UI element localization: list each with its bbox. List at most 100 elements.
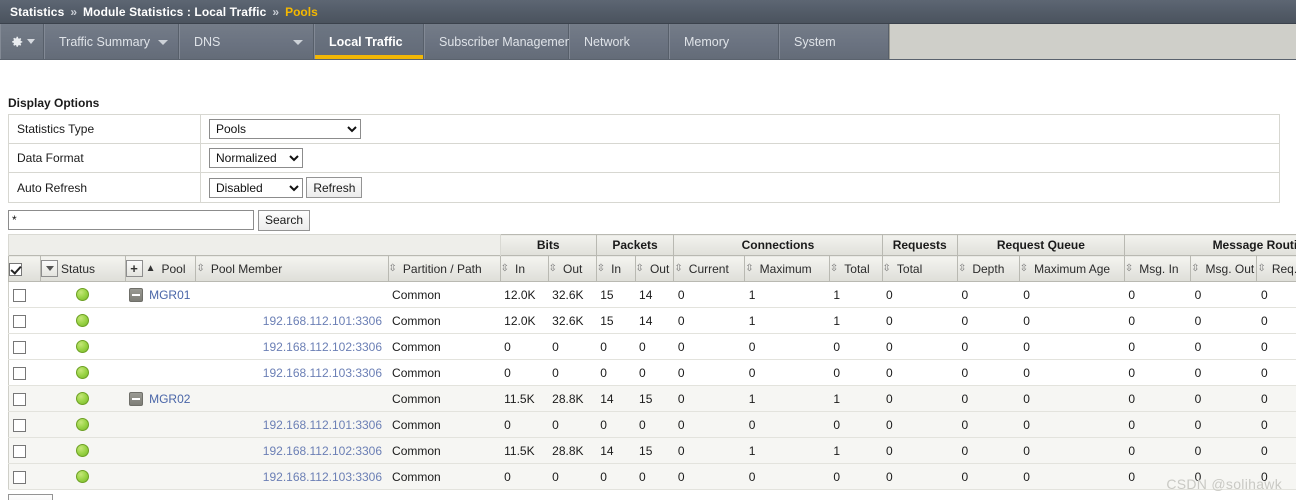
search-button[interactable]: Search (258, 209, 311, 231)
column-header-bits-out[interactable]: ⇳ Out (547, 255, 597, 282)
column-header-bits-in[interactable]: ⇳ In (499, 255, 549, 282)
row-checkbox[interactable] (13, 392, 26, 406)
tab-traffic-summary[interactable]: Traffic Summary (44, 24, 179, 59)
auto-refresh-cell: Disabled Refresh (200, 172, 1280, 203)
content-spacer (0, 60, 1296, 90)
column-header-pool-member[interactable]: ⇳ Pool Member (195, 255, 389, 282)
column-header-packets-out[interactable]: ⇳ Out (634, 255, 675, 282)
mrf-msg-in-cell: 0 (1124, 359, 1191, 386)
column-header-pool[interactable]: + ▲ Pool (124, 255, 197, 282)
mrf-msg-out-cell: 0 (1190, 437, 1257, 464)
column-header-packets-in[interactable]: ⇳ In (595, 255, 636, 282)
row-checkbox[interactable] (13, 444, 26, 458)
row-checkbox[interactable] (13, 470, 26, 484)
table-row: 192.168.112.101:3306 Common 12.0K 32.6K 15 14… (8, 307, 1296, 334)
column-header-connections-total[interactable]: ⇳ Total (828, 255, 883, 282)
connections-maximum-cell: 0 (744, 333, 830, 360)
status-filter-button[interactable] (41, 260, 58, 277)
row-checkbox[interactable] (13, 288, 26, 302)
sort-ascending-icon: ▲ (145, 263, 156, 274)
pool-member-link[interactable]: 192.168.112.102:3306 (263, 340, 382, 354)
refresh-button[interactable]: Refresh (306, 177, 363, 198)
column-header-partition-path[interactable]: ⇳ Partition / Path (387, 255, 501, 282)
table-row: 192.168.112.102:3306 Common 11.5K 28.8K 14 15… (8, 437, 1296, 464)
statistics-type-select[interactable]: Pools (209, 119, 361, 139)
tab-memory[interactable]: Memory (669, 24, 779, 59)
row-checkbox[interactable] (13, 366, 26, 380)
packets-out-cell: 0 (635, 411, 674, 438)
auto-refresh-select[interactable]: Disabled (209, 177, 303, 198)
mrf-req-in-cell: 0 (1256, 385, 1296, 412)
column-header-requests-total[interactable]: ⇳ Total (881, 255, 958, 282)
search-input[interactable] (8, 210, 254, 230)
queue-maximum-age-cell: 0 (1019, 333, 1125, 360)
column-header-queue-depth[interactable]: ⇳ Depth (956, 255, 1020, 282)
group-header-spacer (8, 234, 501, 256)
display-options-title: Display Options (8, 96, 100, 110)
column-header-mrf-msg-out[interactable]: ⇳ Msg. Out (1190, 255, 1258, 282)
collapse-toggle-icon[interactable] (129, 287, 144, 302)
pool-link[interactable]: MGR01 (149, 288, 190, 302)
data-format-cell: Normalized (200, 143, 1280, 173)
bits-out-cell: 0 (548, 411, 597, 438)
connections-maximum-cell: 1 (744, 307, 830, 334)
sort-icon: ⇳ (196, 263, 205, 274)
tab-network[interactable]: Network (569, 24, 669, 59)
table-row: MGR02Common11.5K28.8K141501100000000 (8, 385, 1296, 412)
pool-member-link[interactable]: 192.168.112.103:3306 (263, 470, 382, 484)
column-header-connections-maximum-label: Maximum (759, 261, 812, 276)
tab-dns[interactable]: DNS (179, 24, 314, 59)
column-header-mrf-req-in[interactable]: ⇳ Req. In (1256, 255, 1296, 282)
queue-depth-cell: 0 (957, 437, 1020, 464)
tab-system[interactable]: System (779, 24, 889, 59)
tab-bar: Traffic Summary DNS Local Traffic Subscr… (0, 24, 1296, 60)
pool-member-cell: 192.168.112.103:3306 (195, 359, 389, 386)
connections-total-cell: 1 (829, 437, 882, 464)
tab-subscriber-management[interactable]: Subscriber Management (424, 24, 575, 59)
sort-icon: ⇳ (674, 263, 683, 274)
gear-menu-button[interactable] (0, 24, 44, 59)
collapse-toggle-icon[interactable] (129, 391, 144, 406)
statistics-type-cell: Pools (200, 114, 1280, 144)
status-cell (40, 437, 126, 464)
select-all-checkbox[interactable] (9, 262, 22, 276)
column-header-connections-current[interactable]: ⇳ Current (673, 255, 746, 282)
mrf-req-in-cell: 0 (1256, 307, 1296, 334)
row-checkbox[interactable] (13, 418, 26, 432)
pool-member-link[interactable]: 192.168.112.102:3306 (263, 444, 382, 458)
tab-local-traffic-label: Local Traffic (329, 34, 403, 49)
data-format-select[interactable]: Normalized (209, 148, 303, 168)
reset-button[interactable]: Reset (8, 494, 54, 500)
breadcrumb-root[interactable]: Statistics (10, 5, 64, 19)
pool-link[interactable]: MGR02 (149, 392, 190, 406)
connections-current-cell: 0 (673, 411, 745, 438)
row-checkbox[interactable] (13, 314, 26, 328)
connections-maximum-cell: 0 (744, 411, 830, 438)
status-available-icon (76, 288, 90, 301)
pool-member-link[interactable]: 192.168.112.101:3306 (263, 418, 382, 432)
queue-depth-cell: 0 (957, 463, 1020, 490)
pool-member-link[interactable]: 192.168.112.101:3306 (263, 314, 382, 328)
plus-icon: + (130, 261, 138, 276)
bits-in-cell: 11.5K (500, 437, 549, 464)
column-header-packets-in-label: In (611, 261, 622, 276)
breadcrumb-module[interactable]: Module Statistics : Local Traffic (83, 5, 266, 19)
row-checkbox[interactable] (13, 340, 26, 354)
pool-member-link[interactable]: 192.168.112.103:3306 (263, 366, 382, 380)
partition-path-cell: Common (388, 307, 501, 334)
requests-total-cell: 0 (882, 307, 958, 334)
pool-member-cell (195, 281, 389, 308)
row-select-cell (8, 385, 41, 412)
expand-all-button[interactable]: + (125, 260, 143, 277)
tab-local-traffic[interactable]: Local Traffic (314, 24, 424, 59)
requests-total-cell: 0 (882, 437, 958, 464)
connections-current-cell: 0 (673, 333, 745, 360)
column-header-status[interactable]: Status (40, 255, 126, 282)
column-header-mrf-msg-in[interactable]: ⇳ Msg. In (1123, 255, 1192, 282)
mrf-req-in-cell: 0 (1256, 281, 1296, 308)
sort-icon: ⇳ (1191, 263, 1200, 274)
column-header-connections-maximum[interactable]: ⇳ Maximum (744, 255, 830, 282)
column-header-queue-maximum-age[interactable]: ⇳ Maximum Age (1018, 255, 1125, 282)
connections-current-cell: 0 (673, 307, 745, 334)
status-available-icon (76, 444, 90, 457)
